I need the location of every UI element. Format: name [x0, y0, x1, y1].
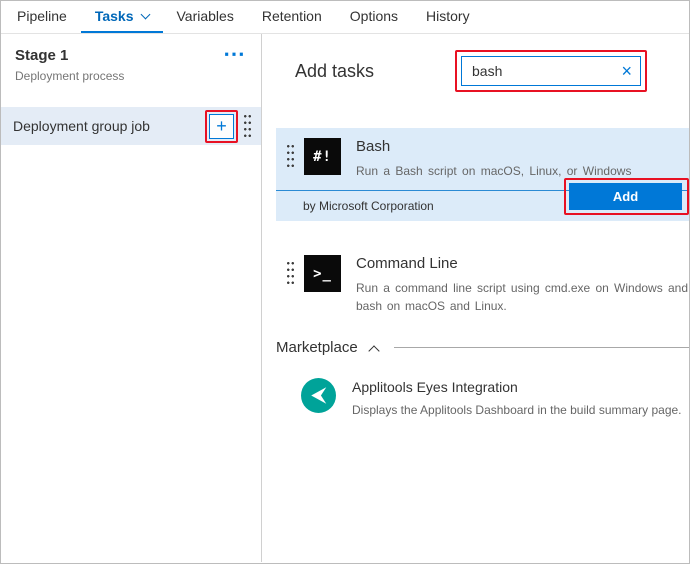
task-search-box[interactable]: × [461, 56, 641, 86]
tab-label: Tasks [95, 8, 134, 24]
drag-handle-icon[interactable] [286, 260, 295, 286]
top-navigation: Pipeline Tasks Variables Retention Optio… [1, 1, 689, 34]
tab-variables[interactable]: Variables [163, 1, 248, 33]
tab-options[interactable]: Options [336, 1, 412, 33]
chevron-up-icon [368, 345, 379, 356]
task-card-main: >_ Command Line Run a command line scrip… [276, 245, 689, 325]
drag-handle-icon[interactable] [243, 113, 252, 139]
tab-label: Pipeline [17, 8, 67, 24]
marketplace-section-header[interactable]: Marketplace [276, 339, 689, 356]
publisher-byline: by Microsoft Corporation [303, 199, 434, 213]
marketplace-item-text: Applitools Eyes Integration Displays the… [352, 378, 682, 417]
add-task-button[interactable]: Add [569, 183, 682, 210]
tab-retention[interactable]: Retention [248, 1, 336, 33]
search-highlight-box: × [455, 50, 647, 92]
stages-sidebar: Stage 1 Deployment process ⋯ Deployment … [1, 34, 262, 562]
drag-handle-icon[interactable] [286, 143, 295, 169]
release-pipeline-editor: Pipeline Tasks Variables Retention Optio… [0, 0, 690, 564]
bash-task-icon: #! [304, 138, 341, 175]
task-name: Command Line [356, 255, 688, 272]
add-button-highlight-box: Add [564, 178, 689, 215]
tab-label: History [426, 8, 470, 24]
marketplace-title: Marketplace [276, 339, 358, 356]
deployment-group-job-item[interactable]: Deployment group job + [1, 107, 261, 145]
add-tasks-header: Add tasks × [262, 34, 689, 92]
marketplace-item-name: Applitools Eyes Integration [352, 379, 682, 395]
clear-search-icon[interactable]: × [621, 62, 632, 80]
panel-title: Add tasks [295, 61, 374, 82]
add-task-to-job-button[interactable]: + [209, 114, 234, 139]
content-area: Stage 1 Deployment process ⋯ Deployment … [1, 34, 689, 562]
add-tasks-panel: Add tasks × #! Bash Run a Bash script on… [262, 34, 689, 562]
task-text: Bash Run a Bash script on macOS, Linux, … [356, 138, 631, 180]
tab-history[interactable]: History [412, 1, 484, 33]
tab-pipeline[interactable]: Pipeline [3, 1, 81, 33]
job-label: Deployment group job [13, 118, 150, 134]
add-task-highlight-box: + [205, 110, 238, 143]
tab-label: Retention [262, 8, 322, 24]
marketplace-item-applitools[interactable]: Applitools Eyes Integration Displays the… [301, 378, 689, 417]
stage-subtitle: Deployment process [15, 69, 124, 83]
task-search-input[interactable] [470, 62, 615, 80]
command-line-task-icon: >_ [304, 255, 341, 292]
section-divider [394, 347, 689, 348]
stage-header: Stage 1 Deployment process ⋯ [1, 34, 261, 97]
tab-label: Options [350, 8, 398, 24]
task-card-bash[interactable]: #! Bash Run a Bash script on macOS, Linu… [276, 128, 689, 221]
marketplace-item-description: Displays the Applitools Dashboard in the… [352, 403, 682, 417]
stage-title: Stage 1 [15, 47, 124, 64]
tab-tasks[interactable]: Tasks [81, 1, 163, 33]
task-description: Run a command line script using cmd.exe … [356, 279, 688, 315]
task-text: Command Line Run a command line script u… [356, 255, 688, 315]
task-card-footer: by Microsoft Corporation Add [276, 191, 689, 221]
task-card-command-line[interactable]: >_ Command Line Run a command line scrip… [276, 245, 689, 325]
chevron-down-icon [140, 9, 150, 19]
tab-label: Variables [177, 8, 234, 24]
stage-info: Stage 1 Deployment process [15, 47, 124, 83]
task-name: Bash [356, 138, 631, 155]
more-options-icon[interactable]: ⋯ [223, 47, 245, 61]
applitools-icon [301, 378, 336, 413]
